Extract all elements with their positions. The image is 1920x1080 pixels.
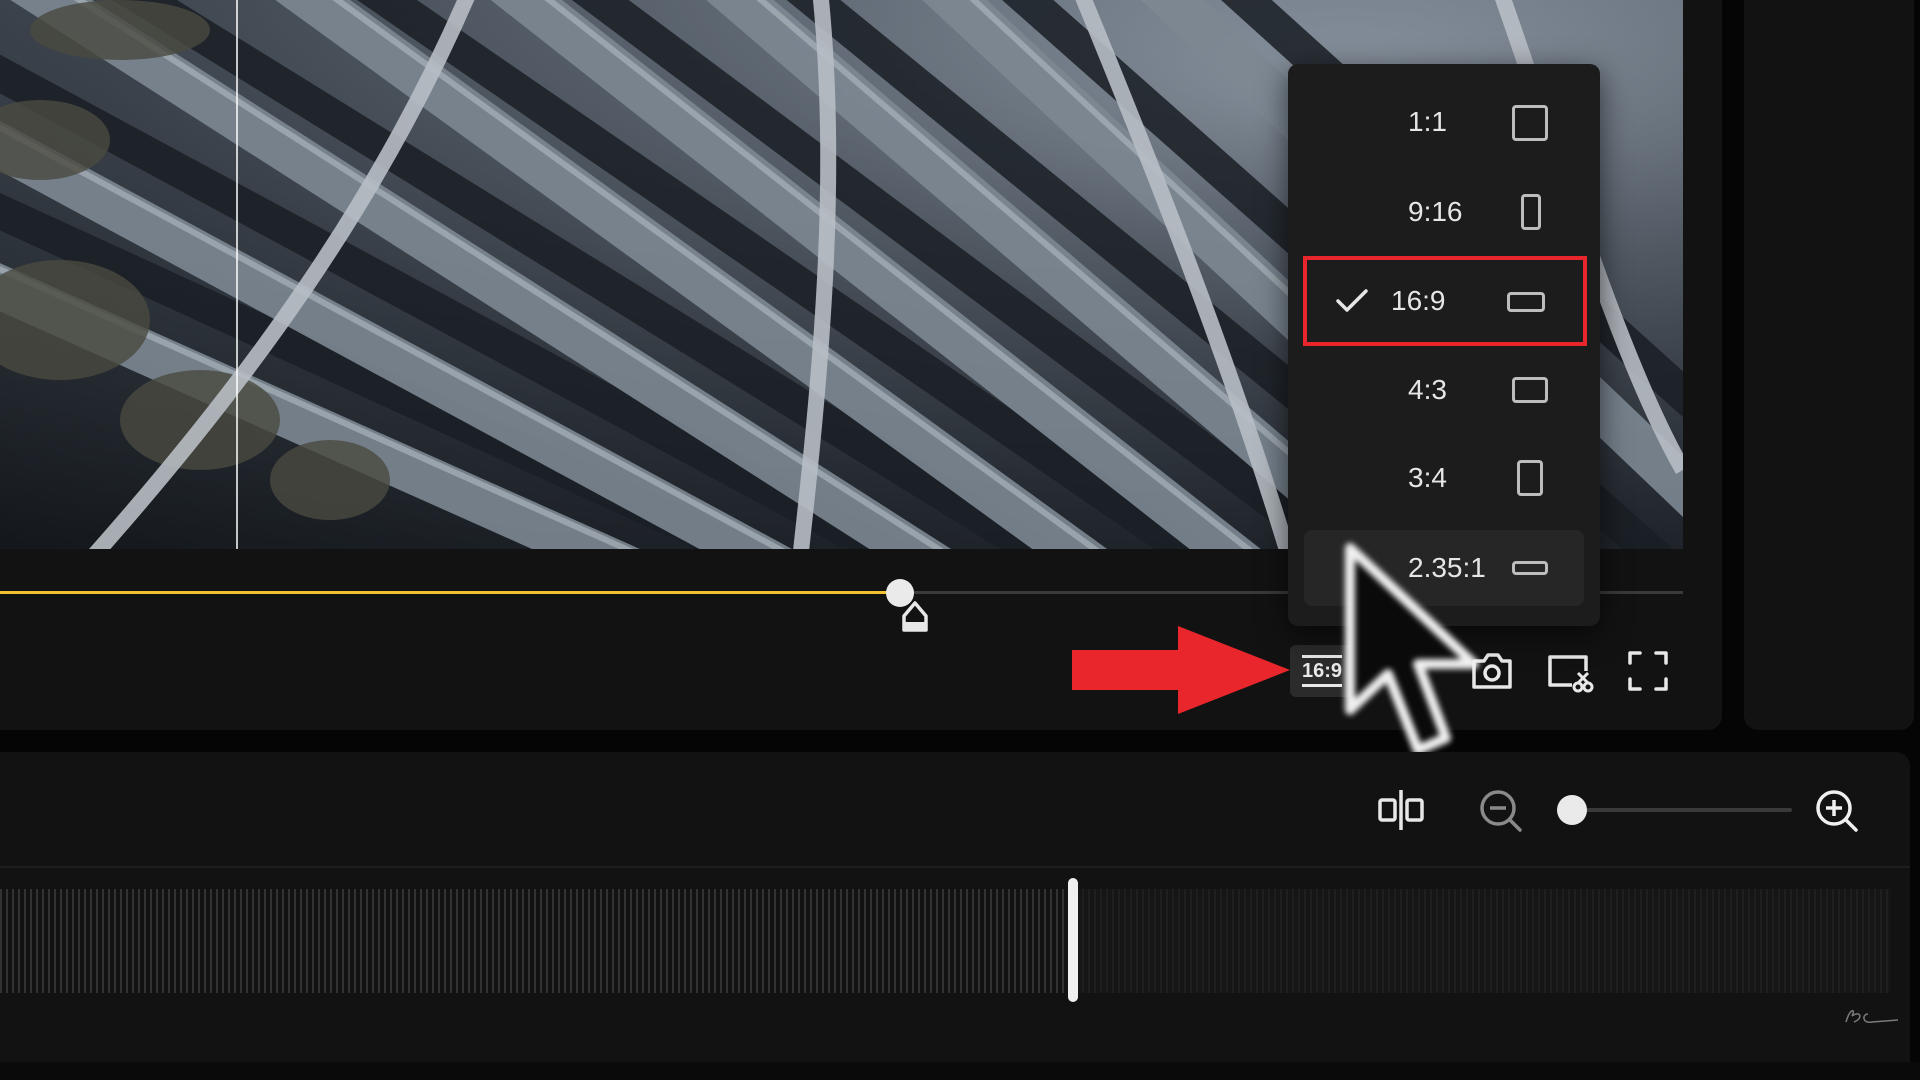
app-root: 16:9 1:1 9:16 16:9 4:3 3:4 2.35:1 [0, 0, 1920, 1080]
bottom-strip [0, 1062, 1920, 1080]
aspect-option-4-3[interactable]: 4:3 [1304, 352, 1584, 428]
square-ratio-icon [1512, 105, 1548, 141]
preview-guide-line [236, 0, 238, 549]
timeline-zoom-knob[interactable] [1556, 795, 1587, 825]
aspect-option-9-16[interactable]: 9:16 [1304, 174, 1584, 250]
mouse-cursor-icon [1345, 543, 1479, 755]
zoom-out-icon[interactable] [1478, 788, 1524, 834]
aspect-option-label: 4:3 [1408, 374, 1447, 405]
audio-waveform-unplayed[interactable] [1076, 889, 1890, 993]
landscape-ratio-icon [1507, 292, 1545, 312]
aspect-icon-top-bar [1302, 655, 1342, 658]
fullscreen-icon[interactable] [1622, 645, 1674, 697]
aspect-option-label: 3:4 [1408, 462, 1447, 493]
timeline-playhead[interactable] [1068, 878, 1078, 1002]
checkmark-icon [1336, 289, 1368, 312]
wide-ratio-icon [1512, 561, 1548, 575]
aspect-option-3-4[interactable]: 3:4 [1304, 440, 1584, 516]
signature-watermark [1845, 1009, 1899, 1023]
aspect-ratio-button-label: 16:9 [1301, 660, 1343, 682]
annotation-arrow [1072, 626, 1290, 714]
portrait-ratio-icon [1517, 460, 1543, 496]
marker-icon[interactable] [900, 600, 930, 634]
aspect-option-label: 16:9 [1391, 285, 1446, 316]
annotation-arrow-shape [1072, 626, 1290, 714]
playback-progress-fill [0, 591, 901, 594]
zoom-in-icon[interactable] [1814, 788, 1860, 834]
split-icon[interactable] [1376, 788, 1426, 832]
aspect-option-label: 9:16 [1408, 196, 1463, 227]
timeline-divider [0, 866, 1910, 868]
portrait-ratio-icon [1521, 194, 1541, 230]
landscape-ratio-icon [1512, 377, 1548, 403]
crop-cut-icon[interactable] [1542, 645, 1594, 697]
aspect-icon-bottom-bar [1302, 684, 1342, 687]
right-side-panel [1744, 0, 1914, 730]
aspect-option-1-1[interactable]: 1:1 [1304, 84, 1584, 160]
aspect-option-label: 1:1 [1408, 106, 1447, 137]
aspect-option-16-9[interactable]: 16:9 [1303, 256, 1587, 346]
timeline-zoom-slider[interactable] [1556, 795, 1792, 825]
